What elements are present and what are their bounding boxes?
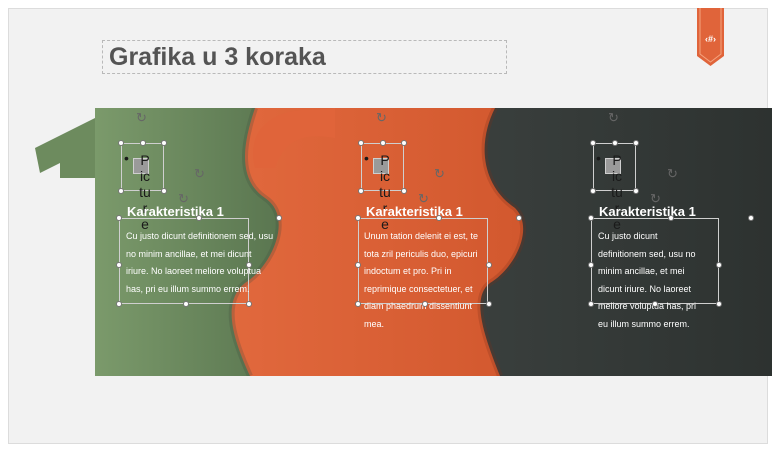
rotate-handle-icon[interactable]: ↻ <box>434 167 445 180</box>
resize-handle[interactable] <box>668 215 674 221</box>
resize-handle[interactable] <box>633 140 639 146</box>
resize-handle[interactable] <box>486 301 492 307</box>
number-two-shape <box>253 108 335 168</box>
resize-handle[interactable] <box>358 188 364 194</box>
resize-handle[interactable] <box>716 262 722 268</box>
bookmark-ribbon-icon: ‹#› <box>697 8 724 66</box>
slide-title[interactable]: Grafika u 3 koraka <box>109 40 326 74</box>
card-body-text[interactable]: Unum tation delenit ei est, te tota zril… <box>364 228 494 333</box>
resize-handle[interactable] <box>588 301 594 307</box>
bullet: • <box>364 150 369 166</box>
resize-handle[interactable] <box>748 215 754 221</box>
card-heading[interactable]: Karakteristika 1 <box>366 204 463 219</box>
bullet: • <box>596 150 601 166</box>
rotate-handle-icon[interactable]: ↻ <box>136 111 147 124</box>
card-heading[interactable]: Karakteristika 1 <box>127 204 224 219</box>
resize-handle[interactable] <box>196 215 202 221</box>
resize-handle[interactable] <box>612 140 618 146</box>
rotate-handle-icon[interactable]: ↻ <box>667 167 678 180</box>
slide-number-badge: ‹#› <box>705 34 716 44</box>
bullet: • <box>124 150 129 166</box>
rotate-handle-icon[interactable]: ↻ <box>194 167 205 180</box>
resize-handle[interactable] <box>358 140 364 146</box>
card-body-text[interactable]: Cu justo dicunt definitionem sed, usu no… <box>598 228 706 333</box>
resize-handle[interactable] <box>380 140 386 146</box>
number-one-shape <box>35 118 95 178</box>
resize-handle[interactable] <box>246 262 252 268</box>
resize-handle[interactable] <box>161 140 167 146</box>
card-heading[interactable]: Karakteristika 1 <box>599 204 696 219</box>
resize-handle[interactable] <box>355 262 361 268</box>
resize-handle[interactable] <box>118 140 124 146</box>
resize-handle[interactable] <box>118 188 124 194</box>
resize-handle[interactable] <box>401 140 407 146</box>
resize-handle[interactable] <box>516 215 522 221</box>
resize-handle[interactable] <box>436 215 442 221</box>
resize-handle[interactable] <box>183 301 189 307</box>
resize-handle[interactable] <box>590 140 596 146</box>
resize-handle[interactable] <box>161 188 167 194</box>
resize-handle[interactable] <box>652 301 658 307</box>
resize-handle[interactable] <box>355 301 361 307</box>
resize-handle[interactable] <box>246 301 252 307</box>
resize-handle[interactable] <box>276 215 282 221</box>
resize-handle[interactable] <box>588 262 594 268</box>
resize-handle[interactable] <box>716 301 722 307</box>
resize-handle[interactable] <box>116 215 122 221</box>
resize-handle[interactable] <box>633 188 639 194</box>
resize-handle[interactable] <box>401 188 407 194</box>
resize-handle[interactable] <box>140 140 146 146</box>
resize-handle[interactable] <box>116 301 122 307</box>
resize-handle[interactable] <box>590 188 596 194</box>
resize-handle[interactable] <box>486 262 492 268</box>
resize-handle[interactable] <box>422 301 428 307</box>
resize-handle[interactable] <box>355 215 361 221</box>
rotate-handle-icon[interactable]: ↻ <box>376 111 387 124</box>
rotate-handle-icon[interactable]: ↻ <box>608 111 619 124</box>
resize-handle[interactable] <box>116 262 122 268</box>
resize-handle[interactable] <box>588 215 594 221</box>
